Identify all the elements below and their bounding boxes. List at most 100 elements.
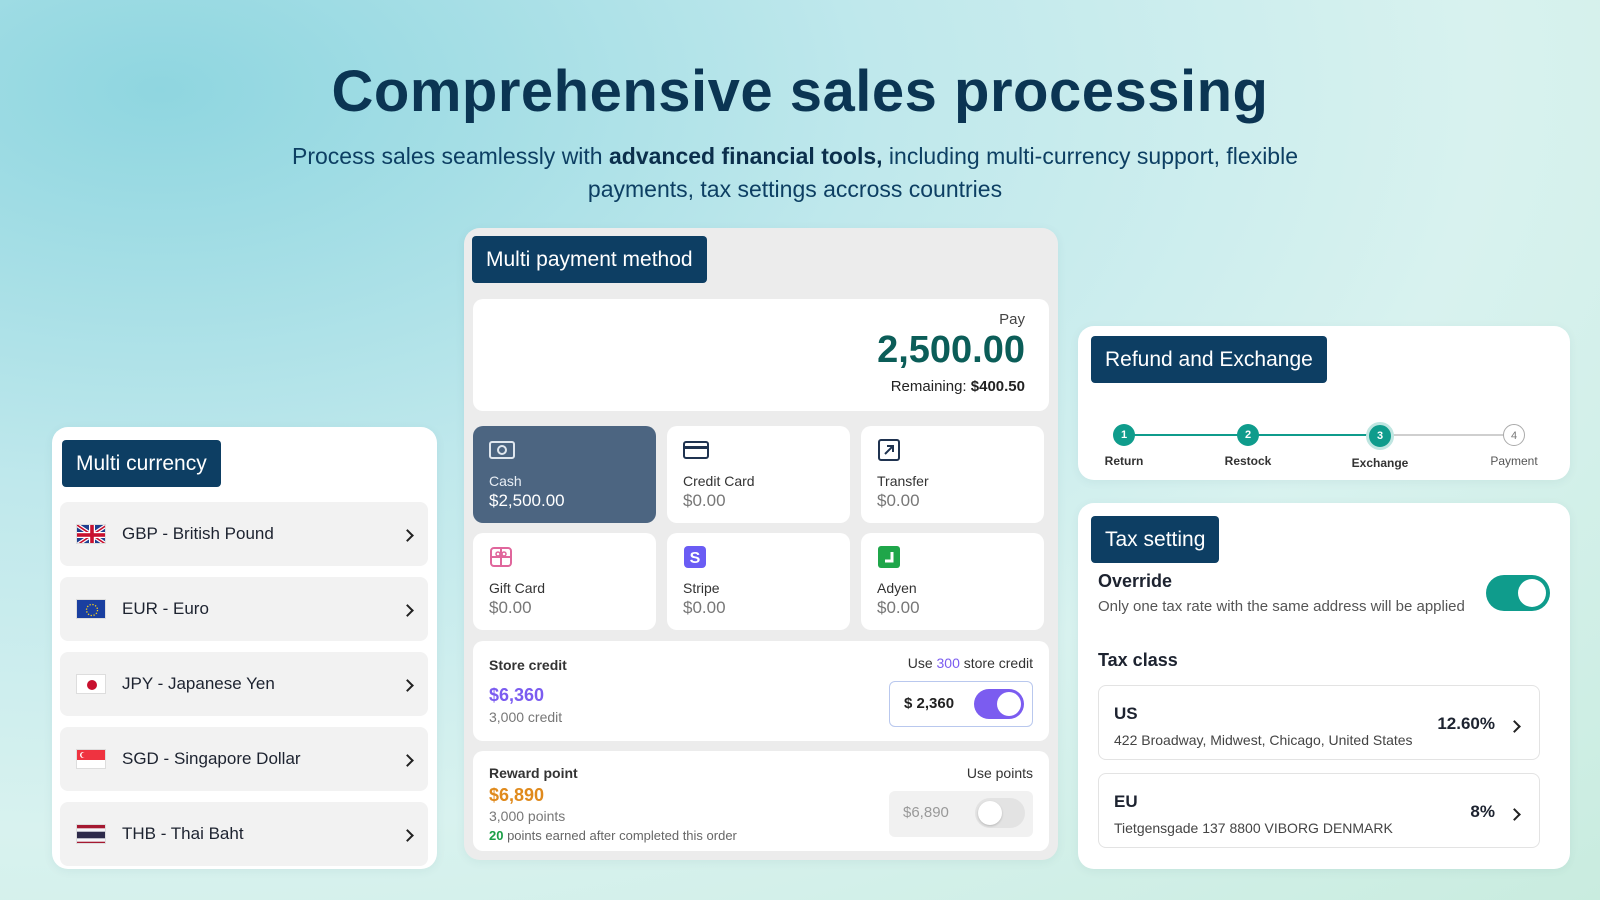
- currency-item-eur[interactable]: EUR - Euro: [60, 577, 428, 641]
- store-credit-sub: 3,000 credit: [489, 709, 563, 725]
- step-exchange[interactable]: 3 Exchange: [1340, 422, 1420, 470]
- cash-icon: [489, 441, 515, 459]
- tax-class-code: EU: [1114, 792, 1138, 811]
- chevron-right-icon: [1508, 806, 1521, 824]
- method-value: $0.00: [877, 598, 920, 617]
- method-label: Gift Card: [489, 580, 546, 596]
- adyen-icon: [878, 546, 900, 568]
- tax-class-code: US: [1114, 704, 1138, 723]
- method-label: Transfer: [877, 473, 929, 489]
- remaining: Remaining: $400.50: [891, 378, 1025, 395]
- tax-class-title: Tax class: [1098, 650, 1178, 670]
- toggle-knob: [978, 801, 1002, 825]
- toggle-knob: [997, 692, 1021, 716]
- step-number: 1: [1113, 424, 1135, 446]
- tax-class-address: 422 Broadway, Midwest, Chicago, United S…: [1114, 732, 1413, 748]
- japan-flag-icon: [76, 674, 106, 694]
- gift-card-icon: [490, 547, 512, 567]
- step-label: Return: [1104, 454, 1144, 468]
- use-points-label: Use points: [966, 765, 1033, 781]
- currency-label: SGD - Singapore Dollar: [122, 749, 301, 768]
- step-label: Restock: [1224, 454, 1272, 468]
- use-text: Use: [907, 655, 937, 671]
- method-value: $2,500.00: [489, 491, 565, 510]
- method-value: $0.00: [489, 598, 532, 617]
- reward-input[interactable]: $6,890: [889, 791, 1033, 837]
- thailand-flag-icon: [76, 824, 106, 844]
- multi-currency-tag: Multi currency: [62, 440, 221, 487]
- payment-method-transfer[interactable]: Transfer $0.00: [861, 426, 1044, 523]
- hero-title: Comprehensive sales processing: [331, 59, 1269, 124]
- use-number: 300: [936, 655, 960, 671]
- tax-setting-panel: Tax setting Override Only one tax rate w…: [1078, 503, 1570, 869]
- refund-exchange-panel: Refund and Exchange 1 Return 2 Restock 3…: [1078, 326, 1570, 480]
- currency-label: JPY - Japanese Yen: [122, 674, 275, 693]
- reward-point-card: Reward point $6,890 3,000 points 20 poin…: [473, 751, 1049, 851]
- chevron-right-icon: [401, 598, 414, 621]
- currency-label: THB - Thai Baht: [122, 824, 244, 843]
- remaining-value: $400.50: [970, 378, 1025, 395]
- currency-item-thb[interactable]: THB - Thai Baht: [60, 802, 428, 866]
- multi-currency-panel: Multi currency GBP - British Pound EUR -…: [52, 427, 437, 869]
- override-title: Override: [1098, 571, 1173, 591]
- credit-card-icon: [683, 441, 709, 459]
- hero-subtitle: Process sales seamlessly with advanced f…: [290, 140, 1300, 206]
- payment-method-gift-card[interactable]: Gift Card $0.00: [473, 533, 656, 630]
- store-credit-input[interactable]: $ 2,360: [889, 681, 1033, 727]
- multi-payment-panel: Multi payment method Pay 2,500.00 Remain…: [464, 228, 1058, 860]
- store-credit-amount: $6,360: [489, 685, 545, 705]
- hero-sub-text: Process sales seamlessly with: [292, 143, 609, 169]
- store-credit-toggle[interactable]: [974, 689, 1024, 719]
- store-credit-card: Store credit $6,360 3,000 credit Use 300…: [473, 641, 1049, 741]
- tax-class-rate: 8%: [1470, 802, 1495, 821]
- method-label: Cash: [489, 473, 522, 489]
- step-number: 2: [1237, 424, 1259, 446]
- toggle-knob: [1518, 579, 1546, 607]
- currency-item-gbp[interactable]: GBP - British Pound: [60, 502, 428, 566]
- earned-number: 20: [489, 828, 504, 843]
- payment-method-cash[interactable]: Cash $2,500.00: [473, 426, 656, 523]
- multi-payment-tag: Multi payment method: [472, 236, 707, 283]
- store-credit-title: Store credit: [489, 657, 567, 673]
- step-return[interactable]: 1 Return: [1084, 424, 1164, 468]
- method-label: Stripe: [683, 580, 720, 596]
- remaining-label: Remaining:: [890, 378, 967, 395]
- method-value: $0.00: [877, 491, 920, 510]
- pay-label: Pay: [999, 311, 1025, 328]
- chevron-right-icon: [401, 823, 414, 846]
- payment-method-stripe[interactable]: S Stripe $0.00: [667, 533, 850, 630]
- chevron-right-icon: [401, 673, 414, 696]
- currency-item-sgd[interactable]: SGD - Singapore Dollar: [60, 727, 428, 791]
- currency-label: EUR - Euro: [122, 599, 209, 618]
- tax-class-address: Tietgensgade 137 8800 VIBORG DENMARK: [1114, 820, 1393, 836]
- step-number: 3: [1366, 422, 1394, 450]
- step-number: 4: [1503, 424, 1525, 446]
- store-credit-input-value: $ 2,360: [904, 695, 955, 712]
- step-payment[interactable]: 4 Payment: [1474, 424, 1554, 468]
- uk-flag-icon: [76, 524, 106, 544]
- step-restock[interactable]: 2 Restock: [1208, 424, 1288, 468]
- tax-class-rate: 12.60%: [1437, 714, 1495, 733]
- method-label: Adyen: [877, 580, 917, 596]
- tax-class-eu[interactable]: EU Tietgensgade 137 8800 VIBORG DENMARK …: [1098, 773, 1540, 848]
- pay-amount: 2,500.00: [877, 329, 1025, 371]
- currency-item-jpy[interactable]: JPY - Japanese Yen: [60, 652, 428, 716]
- pay-summary: Pay 2,500.00 Remaining: $400.50: [473, 299, 1049, 411]
- singapore-flag-icon: [76, 749, 106, 769]
- refund-exchange-tag: Refund and Exchange: [1091, 336, 1327, 383]
- transfer-icon: [878, 439, 900, 461]
- payment-method-adyen[interactable]: Adyen $0.00: [861, 533, 1044, 630]
- step-label: Exchange: [1351, 456, 1409, 470]
- svg-text:S: S: [690, 550, 701, 567]
- store-credit-use: Use 300 store credit: [908, 655, 1033, 671]
- payment-method-credit-card[interactable]: Credit Card $0.00: [667, 426, 850, 523]
- tax-class-us[interactable]: US 422 Broadway, Midwest, Chicago, Unite…: [1098, 685, 1540, 760]
- method-value: $0.00: [683, 598, 726, 617]
- use-points-toggle[interactable]: [975, 798, 1025, 828]
- override-toggle[interactable]: [1486, 575, 1550, 611]
- use-text-2: store credit: [959, 655, 1033, 671]
- eu-flag-icon: [76, 599, 106, 619]
- earned-text: points earned after completed this order: [503, 828, 737, 843]
- reward-amount: $6,890: [489, 785, 545, 805]
- chevron-right-icon: [401, 748, 414, 771]
